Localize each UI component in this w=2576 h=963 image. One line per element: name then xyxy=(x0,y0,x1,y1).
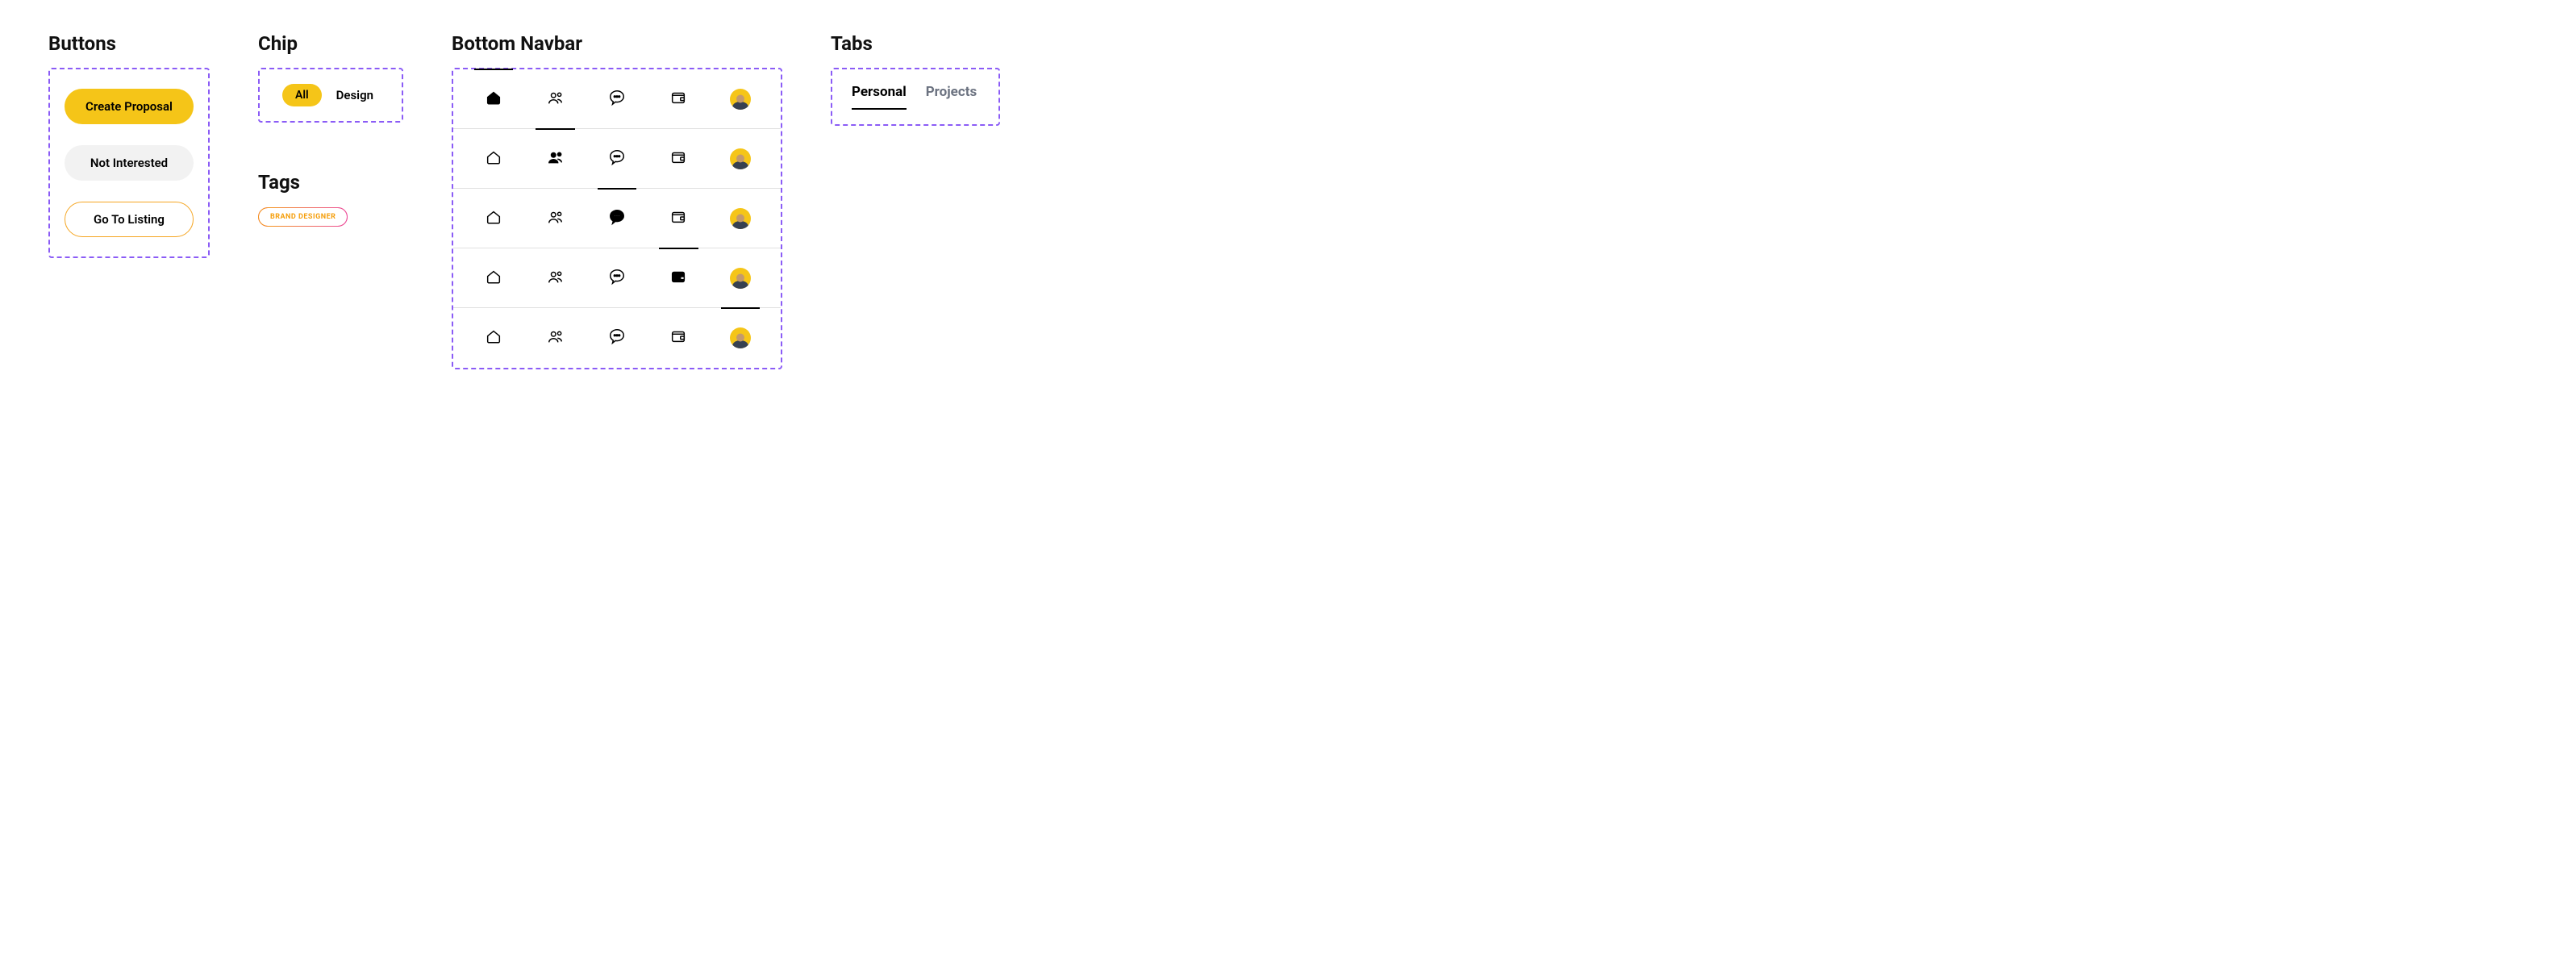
chat-icon xyxy=(608,148,626,169)
home-icon xyxy=(485,148,502,169)
profile-avatar-icon xyxy=(730,208,751,229)
chat-icon xyxy=(608,327,626,348)
chat-icon xyxy=(608,208,626,229)
nav-chat[interactable] xyxy=(586,248,648,307)
people-icon xyxy=(547,89,565,110)
tabs-container: Personal Projects xyxy=(831,68,1000,126)
nav-chat[interactable] xyxy=(586,308,648,368)
navbar-row xyxy=(453,248,781,308)
nav-people[interactable] xyxy=(524,308,586,368)
nav-profile[interactable] xyxy=(710,248,771,307)
nav-chat[interactable] xyxy=(586,189,648,248)
nav-profile[interactable] xyxy=(710,129,771,188)
navbar-row xyxy=(453,308,781,368)
home-icon xyxy=(485,89,502,110)
nav-home[interactable] xyxy=(463,69,524,128)
tags-heading: Tags xyxy=(258,171,403,194)
home-icon xyxy=(485,268,502,289)
nav-wallet[interactable] xyxy=(648,129,709,188)
navbar-row xyxy=(453,189,781,248)
nav-people[interactable] xyxy=(524,189,586,248)
wallet-icon xyxy=(669,148,687,169)
chat-icon xyxy=(608,268,626,289)
nav-chat[interactable] xyxy=(586,129,648,188)
nav-home[interactable] xyxy=(463,129,524,188)
tab-personal[interactable]: Personal xyxy=(852,84,907,110)
tabs-heading: Tabs xyxy=(831,32,1000,55)
chip-design[interactable]: Design xyxy=(336,88,373,102)
profile-avatar-icon xyxy=(730,148,751,169)
chip-container: All Design xyxy=(258,68,403,123)
buttons-heading: Buttons xyxy=(48,32,210,55)
nav-profile[interactable] xyxy=(710,69,771,128)
tabs-section: Tabs Personal Projects xyxy=(831,32,1000,126)
nav-profile[interactable] xyxy=(710,308,771,368)
brand-designer-tag[interactable]: BRAND DESIGNER xyxy=(258,207,348,227)
nav-wallet[interactable] xyxy=(648,308,709,368)
tab-projects[interactable]: Projects xyxy=(926,84,977,110)
chip-heading: Chip xyxy=(258,32,403,55)
people-icon xyxy=(547,208,565,229)
home-icon xyxy=(485,327,502,348)
bottom-navbar-heading: Bottom Navbar xyxy=(452,32,782,55)
wallet-icon xyxy=(669,89,687,110)
nav-home[interactable] xyxy=(463,189,524,248)
chat-icon xyxy=(608,89,626,110)
nav-home[interactable] xyxy=(463,248,524,307)
chip-all[interactable]: All xyxy=(282,84,322,106)
buttons-section: Buttons Create Proposal Not Interested G… xyxy=(48,32,210,258)
nav-wallet[interactable] xyxy=(648,69,709,128)
people-icon xyxy=(547,148,565,169)
nav-home[interactable] xyxy=(463,308,524,368)
wallet-icon xyxy=(669,268,687,289)
wallet-icon xyxy=(669,327,687,348)
go-to-listing-button[interactable]: Go To Listing xyxy=(65,202,194,237)
people-icon xyxy=(547,327,565,348)
bottom-navbar-container xyxy=(452,68,782,369)
chip-tags-column: Chip All Design Tags BRAND DESIGNER xyxy=(258,32,403,227)
nav-wallet[interactable] xyxy=(648,248,709,307)
wallet-icon xyxy=(669,208,687,229)
not-interested-button[interactable]: Not Interested xyxy=(65,145,194,181)
profile-avatar-icon xyxy=(730,89,751,110)
nav-chat[interactable] xyxy=(586,69,648,128)
nav-wallet[interactable] xyxy=(648,189,709,248)
create-proposal-button[interactable]: Create Proposal xyxy=(65,89,194,124)
navbar-row xyxy=(453,129,781,189)
nav-people[interactable] xyxy=(524,248,586,307)
nav-people[interactable] xyxy=(524,129,586,188)
bottom-navbar-section: Bottom Navbar xyxy=(452,32,782,369)
profile-avatar-icon xyxy=(730,327,751,348)
home-icon xyxy=(485,208,502,229)
people-icon xyxy=(547,268,565,289)
nav-people[interactable] xyxy=(524,69,586,128)
nav-profile[interactable] xyxy=(710,189,771,248)
buttons-container: Create Proposal Not Interested Go To Lis… xyxy=(48,68,210,258)
navbar-row xyxy=(453,69,781,129)
profile-avatar-icon xyxy=(730,268,751,289)
